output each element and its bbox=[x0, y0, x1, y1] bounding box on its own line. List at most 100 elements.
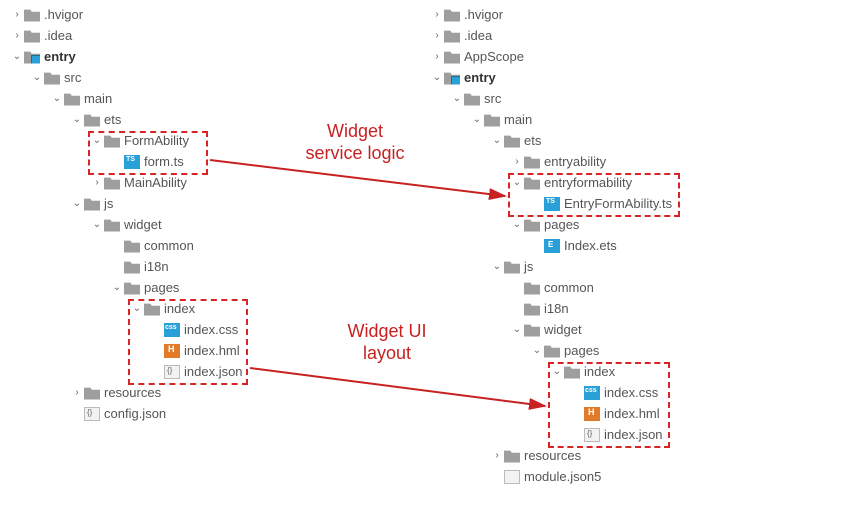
right-tree-item[interactable]: ⌄ src bbox=[430, 88, 672, 109]
folder-icon bbox=[504, 134, 520, 148]
left-tree-item[interactable]: ·config.json bbox=[10, 403, 243, 424]
left-tree-item[interactable]: ·index.css bbox=[10, 319, 243, 340]
folder-icon bbox=[104, 218, 120, 232]
left-tree-item[interactable]: ⌄src bbox=[10, 67, 243, 88]
left-tree-item[interactable]: ⌄pages bbox=[10, 277, 243, 298]
tree-item-label: js bbox=[524, 259, 533, 274]
expand-arrow-icon[interactable]: ⌄ bbox=[30, 71, 44, 85]
left-tree-item[interactable]: ·i18n bbox=[10, 256, 243, 277]
expand-arrow-icon[interactable]: ⌄ bbox=[90, 218, 104, 232]
tree-item-label: pages bbox=[544, 217, 579, 232]
left-tree-item[interactable]: ⌄ index bbox=[10, 298, 243, 319]
folder-icon bbox=[524, 323, 540, 337]
right-tree-item[interactable]: ⌄entry bbox=[430, 67, 672, 88]
expand-arrow-icon[interactable]: › bbox=[490, 449, 504, 463]
tree-item-label: AppScope bbox=[464, 49, 524, 64]
tree-item-label: index bbox=[164, 301, 195, 316]
tree-item-label: widget bbox=[124, 217, 162, 232]
expand-arrow-icon[interactable]: › bbox=[430, 50, 444, 64]
expand-arrow-icon[interactable]: ⌄ bbox=[550, 365, 564, 379]
hml-file-icon bbox=[164, 344, 180, 358]
tree-item-label: common bbox=[544, 280, 594, 295]
expand-arrow-icon[interactable]: ⌄ bbox=[510, 218, 524, 232]
left-tree-item[interactable]: ›.hvigor bbox=[10, 4, 243, 25]
left-tree-item[interactable]: ›.idea bbox=[10, 25, 243, 46]
right-tree-item[interactable]: ›.hvigor bbox=[430, 4, 672, 25]
left-tree-item[interactable]: ·index.json bbox=[10, 361, 243, 382]
expand-arrow-icon[interactable]: › bbox=[10, 8, 24, 22]
left-tree-item[interactable]: ·index.hml bbox=[10, 340, 243, 361]
expand-arrow-icon[interactable]: › bbox=[70, 386, 84, 400]
tree-item-label: main bbox=[504, 112, 532, 127]
left-tree-item[interactable]: ⌄FormAbility bbox=[10, 130, 243, 151]
expand-arrow-icon[interactable]: ⌄ bbox=[90, 134, 104, 148]
right-tree-item[interactable]: ⌄index bbox=[430, 361, 672, 382]
left-tree-item[interactable]: ›resources bbox=[10, 382, 243, 403]
right-tree-item[interactable]: ·index.json bbox=[430, 424, 672, 445]
expand-arrow-icon[interactable]: ⌄ bbox=[430, 71, 444, 85]
tree-item-label: index.hml bbox=[604, 406, 660, 421]
tree-item-label: entryformability bbox=[544, 175, 632, 190]
expand-arrow-icon[interactable]: › bbox=[430, 8, 444, 22]
right-tree-item[interactable]: › AppScope bbox=[430, 46, 672, 67]
expand-arrow-icon[interactable]: ⌄ bbox=[450, 92, 464, 106]
expand-arrow-icon[interactable]: › bbox=[90, 176, 104, 190]
left-tree-item[interactable]: ·form.ts bbox=[10, 151, 243, 172]
expand-arrow-icon[interactable]: › bbox=[10, 29, 24, 43]
expand-arrow-icon[interactable]: ⌄ bbox=[110, 281, 124, 295]
right-tree-item[interactable]: ·EntryFormAbility.ts bbox=[430, 193, 672, 214]
tree-item-label: index.css bbox=[184, 322, 238, 337]
tree-item-label: form.ts bbox=[144, 154, 184, 169]
expand-arrow-icon[interactable]: ⌄ bbox=[130, 302, 144, 316]
right-tree-item[interactable]: ⌄ entryformability bbox=[430, 172, 672, 193]
right-tree-item[interactable]: ·index.hml bbox=[430, 403, 672, 424]
right-tree-item[interactable]: ›.idea bbox=[430, 25, 672, 46]
left-tree-item[interactable]: ⌄ets bbox=[10, 109, 243, 130]
folder-icon bbox=[84, 197, 100, 211]
tree-item-label: src bbox=[484, 91, 501, 106]
right-tree-item[interactable]: ⌄ main bbox=[430, 109, 672, 130]
folder-icon bbox=[124, 239, 140, 253]
folder-icon bbox=[144, 302, 160, 316]
left-tree-item[interactable]: ⌄ entry bbox=[10, 46, 243, 67]
tree-item-label: i18n bbox=[544, 301, 569, 316]
right-tree-item[interactable]: ·common bbox=[430, 277, 672, 298]
expand-arrow-icon[interactable]: ⌄ bbox=[530, 344, 544, 358]
left-tree-item[interactable]: ⌄main bbox=[10, 88, 243, 109]
ets-file-icon bbox=[544, 239, 560, 253]
expand-arrow-icon[interactable]: › bbox=[430, 29, 444, 43]
right-tree-item[interactable]: ⌄pages bbox=[430, 340, 672, 361]
right-tree-item[interactable]: ⌄widget bbox=[430, 319, 672, 340]
folder-icon bbox=[104, 176, 120, 190]
tree-item-label: index.json bbox=[604, 427, 663, 442]
tree-item-label: index.hml bbox=[184, 343, 240, 358]
expand-arrow-icon[interactable]: ⌄ bbox=[70, 197, 84, 211]
folder-icon bbox=[124, 260, 140, 274]
expand-arrow-icon[interactable]: ⌄ bbox=[490, 260, 504, 274]
tree-item-label: i18n bbox=[144, 259, 169, 274]
right-tree-item[interactable]: ·index.css bbox=[430, 382, 672, 403]
left-tree-item[interactable]: ⌄js bbox=[10, 193, 243, 214]
expand-arrow-icon[interactable]: ⌄ bbox=[70, 113, 84, 127]
tree-item-label: module.json5 bbox=[524, 469, 601, 484]
expand-arrow-icon[interactable]: ⌄ bbox=[10, 50, 24, 64]
right-tree-item[interactable]: ·Index.ets bbox=[430, 235, 672, 256]
expand-arrow-icon[interactable]: ⌄ bbox=[510, 323, 524, 337]
right-tree-item[interactable]: ›entryability bbox=[430, 151, 672, 172]
expand-arrow-icon[interactable]: › bbox=[510, 155, 524, 169]
right-tree-item[interactable]: ›resources bbox=[430, 445, 672, 466]
right-tree-item[interactable]: ·i18n bbox=[430, 298, 672, 319]
right-tree-item[interactable]: ⌄ js bbox=[430, 256, 672, 277]
expand-arrow-icon[interactable]: ⌄ bbox=[490, 134, 504, 148]
right-tree-item[interactable]: ⌄ pages bbox=[430, 214, 672, 235]
left-tree-item[interactable]: ·common bbox=[10, 235, 243, 256]
expand-arrow-icon[interactable]: ⌄ bbox=[510, 176, 524, 190]
tree-item-label: entry bbox=[44, 49, 76, 64]
expand-arrow-icon[interactable]: ⌄ bbox=[50, 92, 64, 106]
right-tree-item[interactable]: ⌄ets bbox=[430, 130, 672, 151]
expand-arrow-icon[interactable]: ⌄ bbox=[470, 113, 484, 127]
left-tree-item[interactable]: ⌄ widget bbox=[10, 214, 243, 235]
right-tree-item[interactable]: ·module.json5 bbox=[430, 466, 672, 487]
folder-icon bbox=[124, 281, 140, 295]
left-tree-item[interactable]: ›MainAbility bbox=[10, 172, 243, 193]
